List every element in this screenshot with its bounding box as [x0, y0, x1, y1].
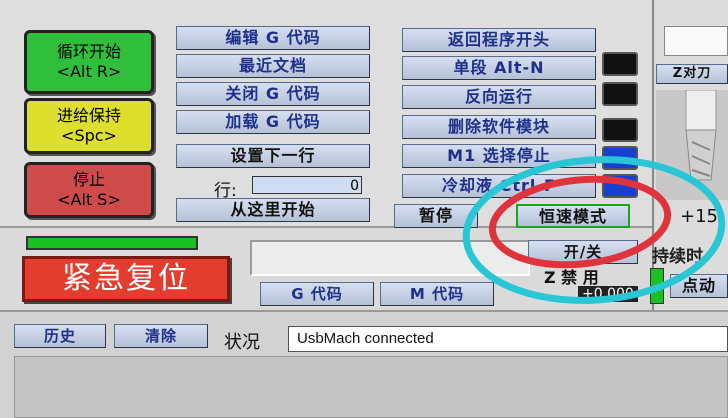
cyan-circle-annotation [462, 156, 726, 304]
annotation-overlay [462, 156, 726, 304]
red-circle-annotation [488, 175, 672, 269]
